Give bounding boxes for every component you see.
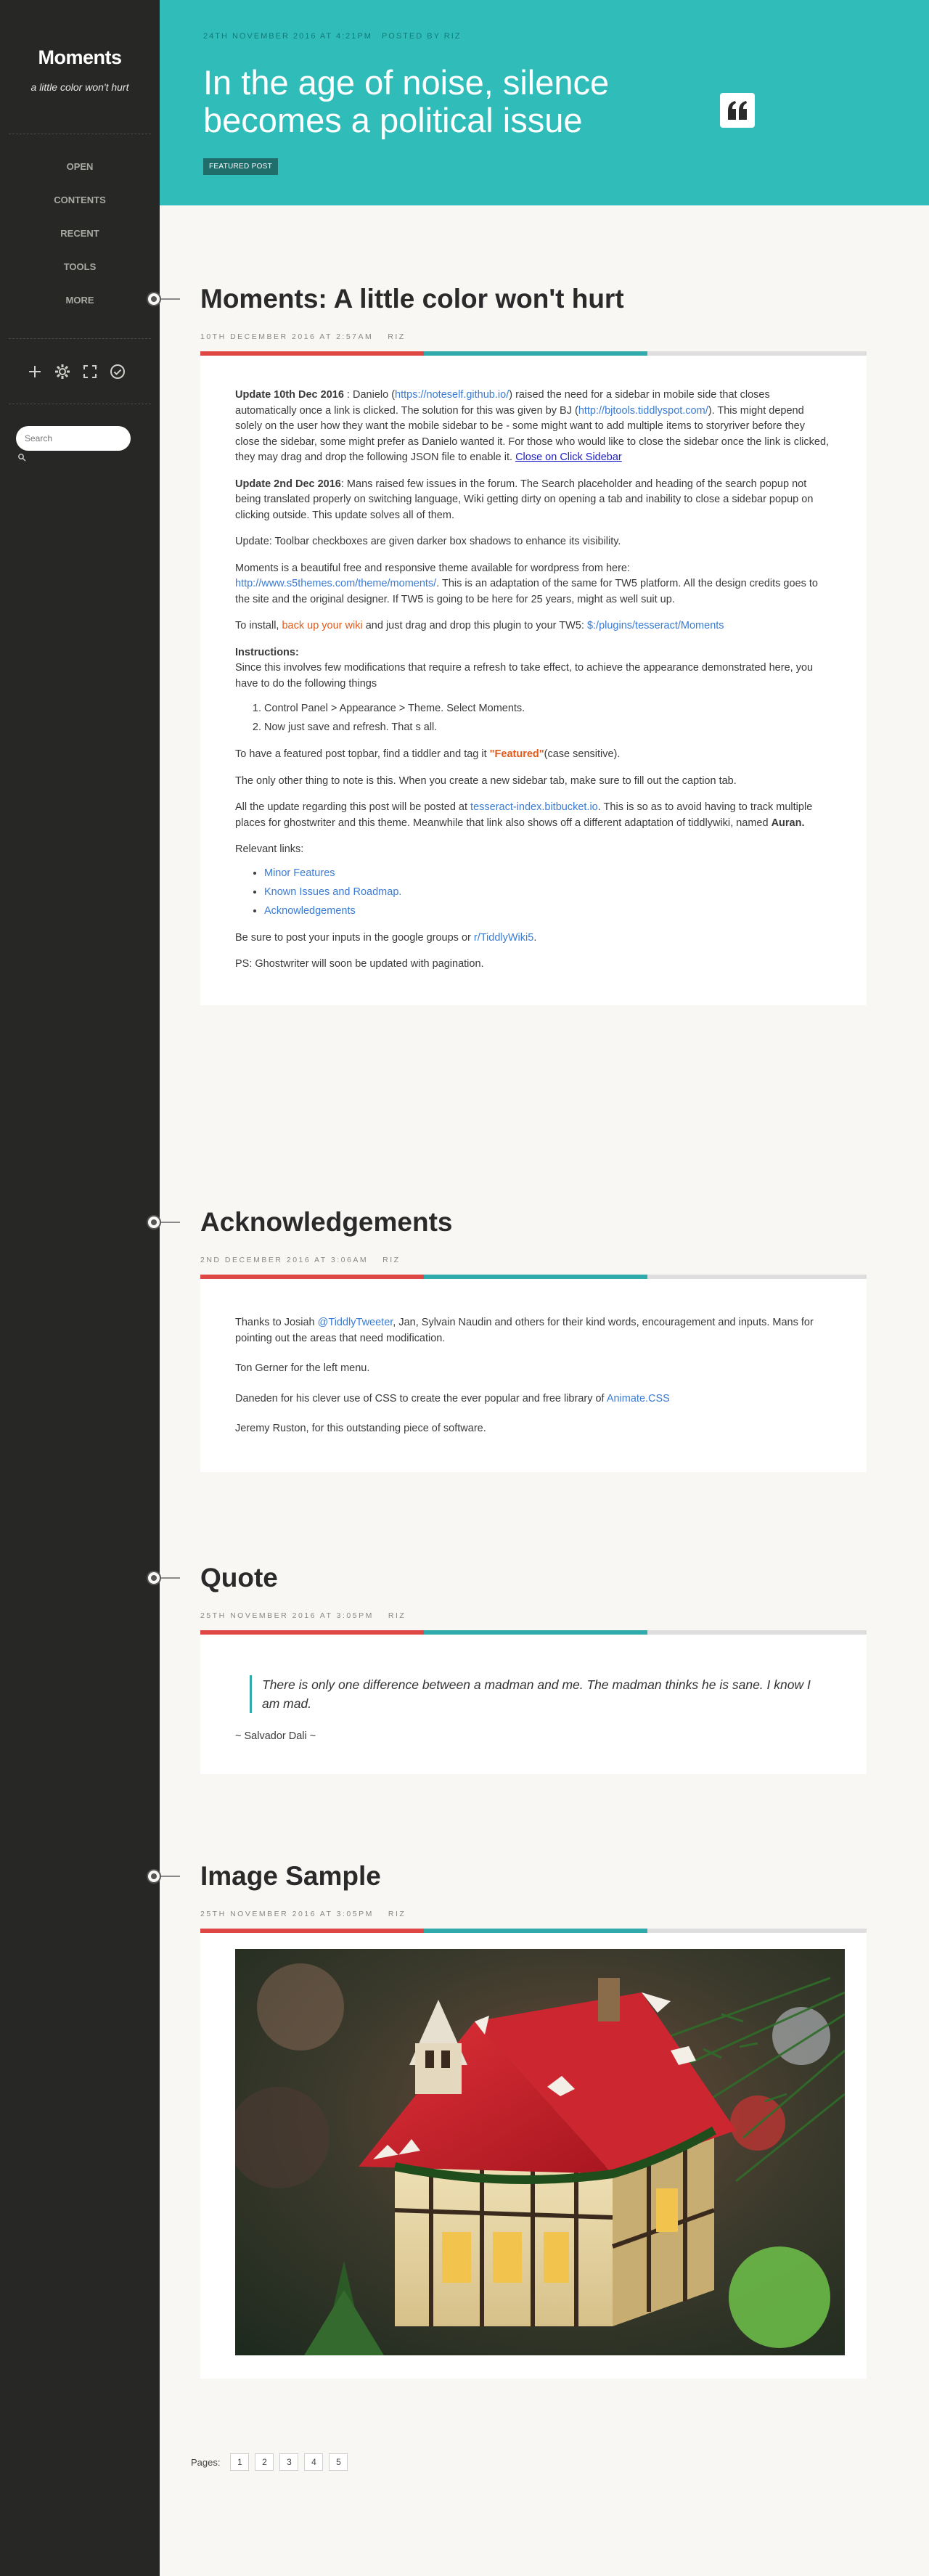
link-reddit[interactable]: r/TiddlyWiki5: [474, 932, 533, 944]
post-author[interactable]: RIZ: [388, 1910, 406, 1918]
search-icon[interactable]: [17, 453, 26, 462]
post-body: Update 10th Dec 2016 : Danielo (https://…: [200, 356, 867, 1005]
quote-attribution: ~ Salvador Dali ~: [235, 1730, 316, 1742]
post-body: [200, 1933, 867, 2379]
page-4-button[interactable]: 4: [304, 2453, 324, 2471]
link-tiddlytweeter[interactable]: @TiddlyTweeter: [318, 1317, 393, 1328]
relevant-links: Minor Features Known Issues and Roadmap.…: [264, 864, 830, 920]
post-author[interactable]: RIZ: [388, 1611, 406, 1620]
instruction-steps: Control Panel > Appearance > Theme. Sele…: [264, 699, 830, 737]
post-title[interactable]: Acknowledgements: [200, 1206, 452, 1238]
link-noteself[interactable]: https://noteself.github.io/: [395, 389, 509, 401]
sidebar-divider: [9, 338, 151, 339]
plus-icon[interactable]: [25, 361, 45, 382]
featured-date: 24TH NOVEMBER 2016 AT 4:21PM: [203, 32, 372, 41]
gear-icon[interactable]: [52, 361, 73, 382]
check-circle-icon[interactable]: [107, 361, 128, 382]
site-title[interactable]: Moments: [0, 46, 160, 69]
timeline-marker-icon: [147, 1215, 180, 1230]
update-10-dec: Update 10th Dec 2016 : Danielo (https://…: [235, 389, 830, 463]
thanks-paragraph: Thanks to Josiah @TiddlyTweeter, Jan, Sy…: [235, 1317, 814, 1344]
nav-tools[interactable]: TOOLS: [0, 260, 160, 293]
post-meta: 25TH NOVEMBER 2016 AT 3:05PM RIZ: [200, 1611, 406, 1620]
ton-gerner-paragraph: Ton Gerner for the left menu.: [235, 1362, 370, 1374]
site-subtitle: a little color won't hurt: [30, 81, 129, 93]
daneden-paragraph: Daneden for his clever use of CSS to cre…: [235, 1392, 670, 1404]
featured-title[interactable]: In the age of noise, silence becomes a p…: [203, 64, 711, 139]
post-author[interactable]: RIZ: [382, 1256, 400, 1264]
updates-location: All the update regarding this post will …: [235, 801, 813, 829]
nav-recent[interactable]: RECENT: [0, 226, 160, 260]
fullscreen-icon[interactable]: [80, 361, 100, 382]
quote-icon: [720, 93, 755, 128]
sample-image: [235, 1949, 845, 2355]
nav-open[interactable]: OPEN: [0, 160, 160, 193]
post-date: 25TH NOVEMBER 2016 AT 3:05PM: [200, 1910, 374, 1918]
link-plugin[interactable]: $:/plugins/tesseract/Moments: [587, 620, 724, 631]
quote-text: There is only one difference between a m…: [250, 1675, 830, 1713]
timeline-marker-icon: [147, 1571, 180, 1585]
featured-tip: To have a featured post topbar, find a t…: [235, 748, 621, 760]
post-body: Thanks to Josiah @TiddlyTweeter, Jan, Sy…: [200, 1279, 867, 1472]
post-date: 10TH DECEMBER 2016 AT 2:57AM: [200, 332, 374, 341]
update-2-dec: Update 2nd Dec 2016: Mans raised few iss…: [235, 478, 814, 521]
link-s5themes[interactable]: http://www.s5themes.com/theme/moments/: [235, 578, 436, 589]
page-2-button[interactable]: 2: [255, 2453, 274, 2471]
page-3-button[interactable]: 3: [279, 2453, 299, 2471]
post-meta: 25TH NOVEMBER 2016 AT 3:05PM RIZ: [200, 1910, 406, 1918]
post-author[interactable]: RIZ: [388, 332, 405, 341]
featured-author: POSTED BY RIZ: [381, 32, 462, 41]
link-animate-css[interactable]: Animate.CSS: [607, 1393, 670, 1404]
link-known-issues[interactable]: Known Issues and Roadmap.: [264, 886, 401, 898]
link-close-on-click[interactable]: Close on Click Sidebar: [515, 451, 622, 463]
instructions: Instructions: Since this involves few mod…: [235, 646, 814, 690]
link-backup-wiki[interactable]: back up your wiki: [282, 620, 362, 631]
post-title[interactable]: Image Sample: [200, 1860, 381, 1892]
nav-more[interactable]: MORE: [0, 293, 160, 327]
list-item: Now just save and refresh. That s all.: [264, 718, 830, 737]
timeline-marker-icon: [147, 1869, 180, 1884]
list-item: Minor Features: [264, 864, 830, 883]
nav-contents[interactable]: CONTENTS: [0, 193, 160, 226]
list-item: Acknowledgements: [264, 901, 830, 920]
page-1-button[interactable]: 1: [230, 2453, 250, 2471]
install-paragraph: To install, back up your wiki and just d…: [235, 620, 724, 631]
list-item: Known Issues and Roadmap.: [264, 883, 830, 901]
search-input[interactable]: [16, 426, 131, 451]
link-bjtools[interactable]: http://bjtools.tiddlyspot.com/: [578, 405, 708, 417]
sidebar-tab-note: The only other thing to note is this. Wh…: [235, 774, 737, 787]
post-meta: 10TH DECEMBER 2016 AT 2:57AM RIZ: [200, 332, 406, 341]
link-tesseract-index[interactable]: tesseract-index.bitbucket.io: [470, 801, 598, 813]
relevant-links-heading: Relevant links:: [235, 843, 304, 855]
timeline-marker-icon: [147, 292, 180, 306]
featured-banner: 24TH NOVEMBER 2016 AT 4:21PM POSTED BY R…: [160, 0, 929, 205]
post-body: There is only one difference between a m…: [200, 1635, 867, 1774]
jeremy-paragraph: Jeremy Ruston, for this outstanding piec…: [235, 1423, 486, 1434]
link-acknowledgements[interactable]: Acknowledgements: [264, 905, 356, 917]
pagination: Pages: 1 2 3 4 5: [191, 2453, 348, 2471]
post-inputs-note: Be sure to post your inputs in the googl…: [235, 931, 537, 944]
post-meta: 2ND DECEMBER 2016 AT 3:06AM RIZ: [200, 1256, 401, 1264]
intro-paragraph: Moments is a beautiful free and responsi…: [235, 562, 818, 605]
link-minor-features[interactable]: Minor Features: [264, 867, 335, 879]
post-date: 2ND DECEMBER 2016 AT 3:06AM: [200, 1256, 369, 1264]
list-item: Control Panel > Appearance > Theme. Sele…: [264, 699, 830, 718]
sidebar-nav: OPEN CONTENTS RECENT TOOLS MORE: [0, 160, 160, 327]
sidebar-toolbar: [25, 361, 128, 382]
ps-note: PS: Ghostwriter will soon be updated wit…: [235, 958, 484, 970]
update-toolbar: Update: Toolbar checkboxes are given dar…: [235, 536, 621, 547]
featured-meta: 24TH NOVEMBER 2016 AT 4:21PM POSTED BY R…: [203, 32, 467, 41]
sidebar: Moments a little color won't hurt OPEN C…: [0, 0, 160, 2576]
post-date: 25TH NOVEMBER 2016 AT 3:05PM: [200, 1611, 374, 1620]
pagination-label: Pages:: [191, 2456, 221, 2468]
page-5-button[interactable]: 5: [329, 2453, 348, 2471]
featured-badge: FEATURED POST: [203, 158, 279, 175]
post-title[interactable]: Quote: [200, 1562, 278, 1594]
post-title[interactable]: Moments: A little color won't hurt: [200, 283, 624, 315]
